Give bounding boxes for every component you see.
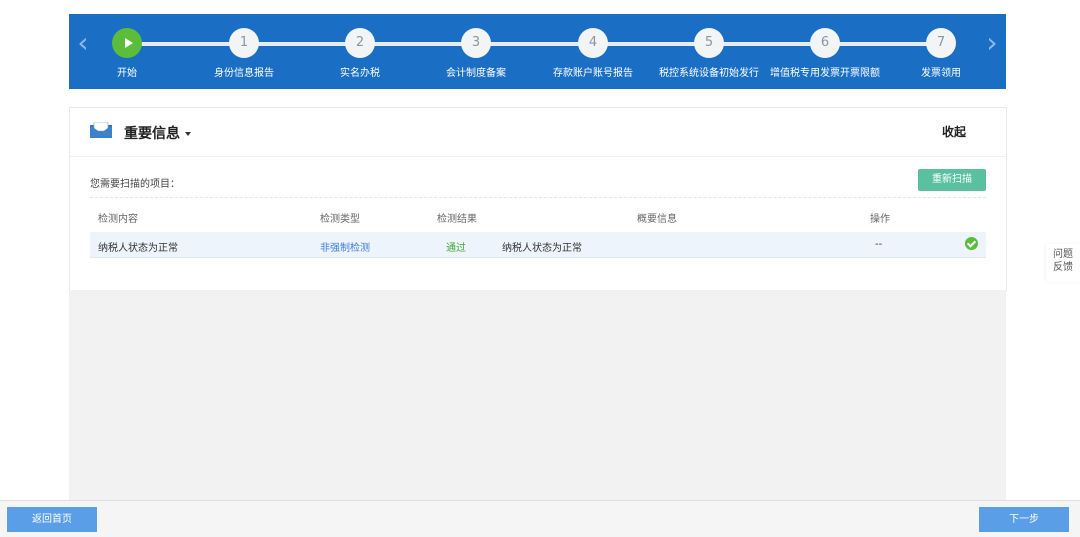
step-number: 1 — [229, 28, 259, 58]
step-2[interactable]: 2 实名办税 — [300, 28, 420, 79]
progress-stepper: ‹ › 开始 1 身份信息报告 2 实名办税 3 会计制度备案 4 存款账户账号… — [69, 14, 1006, 89]
step-label: 税控系统设备初始发行 — [659, 68, 759, 79]
step-label: 身份信息报告 — [214, 68, 274, 79]
step-label: 会计制度备案 — [446, 68, 506, 79]
step-1[interactable]: 1 身份信息报告 — [184, 28, 304, 79]
feedback-label-line2: 反馈 — [1053, 262, 1073, 273]
step-5[interactable]: 5 税控系统设备初始发行 — [649, 28, 769, 79]
cell-type-link[interactable]: 非强制检测 — [320, 239, 370, 254]
content-background — [69, 290, 1006, 500]
back-home-button[interactable]: 返回首页 — [7, 507, 97, 532]
step-3[interactable]: 3 会计制度备案 — [416, 28, 536, 79]
step-number: 3 — [461, 28, 491, 58]
play-icon — [112, 28, 142, 58]
step-label: 增值税专用发票开票限额 — [770, 68, 880, 79]
table-row: 纳税人状态为正常 非强制检测 通过 纳税人状态为正常 -- — [90, 232, 986, 258]
column-header-action: 操作 — [870, 214, 890, 225]
column-header-content: 检测内容 — [98, 214, 138, 225]
feedback-button[interactable]: 问题 反馈 — [1046, 244, 1080, 282]
step-label: 开始 — [117, 68, 137, 79]
step-number: 2 — [345, 28, 375, 58]
important-info-panel: 重要信息 收起 您需要扫描的项目： 重新扫描 检测内容 检测类型 检测结果 概要… — [69, 107, 1007, 291]
column-header-type: 检测类型 — [320, 214, 360, 225]
cell-content: 纳税人状态为正常 — [98, 243, 178, 254]
column-header-summary: 概要信息 — [637, 214, 677, 225]
step-number: 4 — [578, 28, 608, 58]
step-number: 5 — [694, 28, 724, 58]
collapse-button[interactable]: 收起 — [942, 123, 966, 140]
step-start[interactable]: 开始 — [67, 28, 187, 79]
cell-summary: 纳税人状态为正常 — [502, 243, 582, 254]
column-header-result: 检测结果 — [437, 214, 477, 225]
mail-icon — [90, 122, 112, 138]
divider — [90, 197, 986, 198]
rescan-button[interactable]: 重新扫描 — [918, 169, 986, 191]
step-6[interactable]: 6 增值税专用发票开票限额 — [765, 28, 885, 79]
cell-action: -- — [875, 239, 883, 250]
panel-title: 重要信息 — [124, 126, 180, 142]
step-label: 实名办税 — [340, 68, 380, 79]
caret-down-icon — [185, 132, 191, 136]
step-label: 存款账户账号报告 — [553, 68, 633, 79]
step-number: 6 — [810, 28, 840, 58]
feedback-label-line1: 问题 — [1053, 249, 1073, 260]
step-4[interactable]: 4 存款账户账号报告 — [533, 28, 653, 79]
next-step-button[interactable]: 下一步 — [979, 507, 1069, 532]
footer-bar — [0, 500, 1080, 537]
step-number: 7 — [926, 28, 956, 58]
panel-header: 重要信息 收起 — [70, 108, 1006, 157]
step-7[interactable]: 7 发票领用 — [881, 28, 1001, 79]
check-circle-icon — [965, 237, 978, 250]
panel-title-dropdown[interactable]: 重要信息 — [124, 123, 191, 143]
step-label: 发票领用 — [921, 68, 961, 79]
scan-items-label: 您需要扫描的项目： — [90, 179, 180, 190]
cell-result: 通过 — [446, 243, 466, 254]
